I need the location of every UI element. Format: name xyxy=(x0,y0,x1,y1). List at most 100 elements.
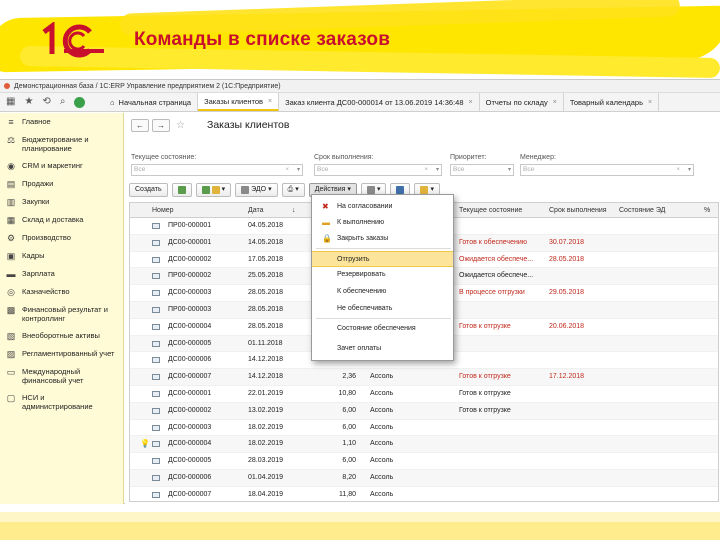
menu-item-label: Не обеспечивать xyxy=(337,305,393,312)
print-button[interactable]: ⎙ ▾ xyxy=(281,182,305,197)
forward-button[interactable]: → xyxy=(152,119,170,132)
document-icon xyxy=(152,307,160,313)
chevron-down-icon: ▾ xyxy=(435,167,439,173)
tab-order-detail[interactable]: Заказ клиента ДС00-000014 от 13.06.2019 … xyxy=(279,93,480,111)
sidebar-item[interactable]: ◉ CRM и маркетинг xyxy=(0,157,123,175)
manager-filter-input[interactable]: Все × ▾ xyxy=(520,164,694,176)
sidebar-item[interactable]: ▬ Зарплата xyxy=(0,265,123,283)
table-row[interactable]: ДС00-000006 01.04.2019 8,20 Ассоль xyxy=(130,470,718,487)
list-icon xyxy=(396,185,405,194)
sales-icon: ▤ xyxy=(6,178,16,189)
tab-home[interactable]: ⌂ Начальная страница xyxy=(104,93,199,111)
edo-button[interactable]: ЭДО ▾ xyxy=(235,182,278,197)
sidebar-item[interactable]: ▣ Кадры xyxy=(0,247,123,265)
menu-item[interactable]: Состояние обеспечения xyxy=(312,321,453,337)
sidebar-item-label: Закупки xyxy=(22,197,50,206)
assets-icon: ▧ xyxy=(6,330,16,341)
sidebar-item[interactable]: ▧ Внеоборотные активы xyxy=(0,327,123,345)
row-date: 28.03.2019 xyxy=(248,457,284,465)
close-icon[interactable]: × xyxy=(268,98,272,105)
row-state: Готов к отгрузке xyxy=(459,322,511,330)
table-row[interactable]: ДС00-000007 18.04.2019 11,80 Ассоль xyxy=(130,487,718,501)
col-percent[interactable]: % xyxy=(704,207,710,214)
deadline-filter-input[interactable]: Все × ▾ xyxy=(314,164,442,176)
create-button[interactable]: Создать xyxy=(129,182,168,197)
menu-item-label: Закрыть заказы xyxy=(337,235,389,242)
col-number[interactable]: Номер xyxy=(152,207,174,214)
col-date[interactable]: Дата xyxy=(248,207,264,214)
row-date: 01.04.2019 xyxy=(248,474,284,481)
sidebar-item[interactable]: ◎ Казначейство xyxy=(0,283,123,301)
row-number: ДС00-000005 xyxy=(168,457,212,465)
copy-button[interactable] xyxy=(171,182,192,197)
row-client: Ассоль xyxy=(370,406,394,414)
sidebar-item[interactable]: ▢ НСИ и администрирование xyxy=(0,389,123,415)
menu-item[interactable]: ▬ К выполнению xyxy=(312,215,453,231)
tab-product-calendar[interactable]: Товарный календарь × xyxy=(564,93,660,111)
table-row[interactable]: ДС00-000007 14.12.2018 2,36 Ассоль Готов к о… xyxy=(130,369,718,386)
sidebar-item[interactable]: ▤ Продажи xyxy=(0,175,123,193)
row-client: Ассоль xyxy=(370,390,394,397)
document-icon xyxy=(152,340,160,347)
menu-item[interactable]: ✖ На согласовании xyxy=(312,199,453,215)
edo-icon xyxy=(241,185,250,194)
apps-grid-icon[interactable]: ▦ xyxy=(6,97,15,107)
favorite-star-icon[interactable]: ☆ xyxy=(176,120,185,131)
sidebar-item[interactable]: ▩ Финансовый результат и контроллинг xyxy=(0,301,123,327)
state-filter-input[interactable]: Все × ▾ xyxy=(131,164,303,176)
search-icon[interactable]: ⌕ xyxy=(60,97,66,107)
window-title: Демонстрационная база / 1С:ERP Управлени… xyxy=(14,82,281,90)
hr-icon: ▣ xyxy=(6,250,16,261)
table-row[interactable]: ДС00-000005 28.03.2019 6,00 Ассоль xyxy=(130,453,718,470)
sidebar-item[interactable]: ▦ Склад и доставка xyxy=(0,211,123,229)
table-row[interactable]: 💡 ДС00-000004 18.02.2019 1,10 Ассоль xyxy=(130,436,718,454)
create-based-button[interactable]: ▾ xyxy=(195,182,232,197)
sidebar-item[interactable]: ⚖ Бюджетирование и планирование xyxy=(0,131,123,157)
menu-item[interactable]: К обеспечению xyxy=(312,284,453,300)
menu-item[interactable]: Резервировать xyxy=(312,267,453,283)
table-row[interactable]: ДС00-000003 18.02.2019 6,00 Ассоль xyxy=(130,420,718,437)
tab-warehouse-reports[interactable]: Отчеты по складу × xyxy=(480,93,564,111)
document-icon xyxy=(152,441,160,448)
doc-icon xyxy=(211,185,220,194)
priority-filter-input[interactable]: Все ▾ xyxy=(450,164,514,176)
chevron-down-icon: ▾ xyxy=(296,167,300,173)
row-date: 14.05.2018 xyxy=(248,238,284,246)
table-row[interactable]: ДС00-000002 13.02.2019 6,00 Ассоль Готов к о… xyxy=(130,402,718,420)
close-icon[interactable]: × xyxy=(648,99,652,106)
sidebar-item-label: Кадры xyxy=(22,251,45,260)
history-icon[interactable]: ⟲ xyxy=(42,97,50,107)
lock-icon: 🔒 xyxy=(322,234,332,243)
col-deadline[interactable]: Срок выполнения xyxy=(549,207,607,214)
chevron-down-icon: ▾ xyxy=(687,167,691,173)
menu-item[interactable]: Не обеспечивать xyxy=(312,301,453,317)
sidebar-item[interactable]: ▭ Международный финансовый учет xyxy=(0,363,123,389)
favorites-icon[interactable]: ★ xyxy=(24,97,33,107)
document-icon xyxy=(152,323,160,330)
col-state[interactable]: Текущее состояние xyxy=(459,207,522,214)
col-ed-state[interactable]: Состояние ЭД xyxy=(619,207,665,214)
sidebar-item[interactable]: ▥ Закупки xyxy=(0,193,123,211)
sidebar-item[interactable]: ⚙ Производство xyxy=(0,229,123,247)
sidebar-item[interactable]: ▨ Регламентированный учет xyxy=(0,345,123,363)
table-row[interactable]: ДС00-000001 22.01.2019 10,80 Ассоль Готов к … xyxy=(130,386,718,403)
row-deadline: 29.05.2018 xyxy=(549,289,585,297)
back-button[interactable]: ← xyxy=(131,119,149,132)
close-icon[interactable]: × xyxy=(553,99,557,106)
sidebar-item-label: НСИ и администрирование xyxy=(22,393,93,411)
menu-item[interactable]: Отгрузить xyxy=(312,251,453,267)
row-amount: 10,80 xyxy=(338,390,356,397)
sidebar-item[interactable]: ≡ Главное xyxy=(0,113,123,131)
close-icon[interactable]: × xyxy=(469,99,473,106)
row-client: Ассоль xyxy=(370,490,394,498)
menu-item[interactable]: 🔒 Закрыть заказы xyxy=(312,231,453,247)
row-date: 17.05.2018 xyxy=(248,255,284,263)
row-number: ДС00-000006 xyxy=(168,474,212,481)
tab-orders[interactable]: Заказы клиентов × xyxy=(198,93,280,111)
notifications-icon[interactable] xyxy=(74,96,86,108)
row-client: Ассоль xyxy=(370,423,394,431)
finance-icon: ▩ xyxy=(6,304,16,315)
row-date: 18.02.2019 xyxy=(248,423,284,431)
menu-item[interactable]: Зачет оплаты xyxy=(312,341,453,357)
deadline-filter-label: Срок выполнения: xyxy=(314,154,374,161)
